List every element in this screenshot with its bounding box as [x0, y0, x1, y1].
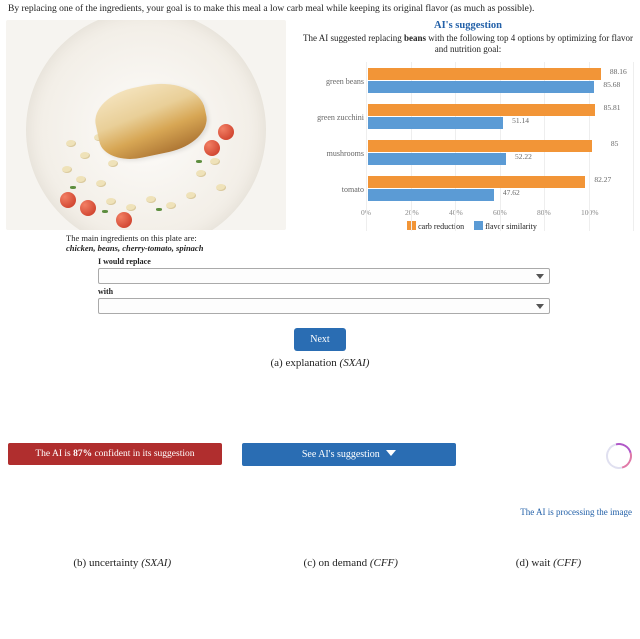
legend-swatch-flavor [474, 221, 483, 230]
bar-flavor: 47.62 [368, 189, 494, 201]
ai-column: AI's suggestion The AI suggested replaci… [296, 20, 634, 254]
ingredients-caption: The main ingredients on this plate are: … [6, 230, 288, 254]
chart-category-label: green beans [304, 77, 368, 86]
chart-row: tomato82.2747.62 [304, 172, 632, 208]
confidence-pill: The AI is 87% confident in its suggestio… [8, 443, 222, 465]
bar-value: 85.68 [603, 80, 620, 89]
replace-select[interactable] [98, 268, 550, 284]
chart-row: green beans88.1685.68 [304, 64, 632, 100]
chevron-down-icon [386, 450, 396, 456]
bar-carb: 85 [368, 140, 592, 152]
bar-value: 82.27 [594, 175, 611, 184]
ing-list: chicken, beans, cherry-tomato, spinach [66, 243, 203, 253]
bar-value: 52.22 [515, 152, 532, 161]
chart-category-label: mushrooms [304, 149, 368, 158]
bar-carb: 88.16 [368, 68, 601, 80]
legend-swatch-carb [407, 221, 416, 230]
replace-label: I would replace [98, 257, 550, 266]
processing-text: The AI is processing the image [476, 507, 632, 517]
caption-c: (c) on demand (CFF) [237, 557, 466, 569]
with-select[interactable] [98, 298, 550, 314]
panel-b: The AI is 87% confident in its suggestio… [8, 443, 222, 465]
replace-form: I would replace with [0, 257, 640, 314]
task-instruction: By replacing one of the ingredients, you… [0, 0, 640, 20]
bar-flavor: 51.14 [368, 117, 503, 129]
bar-flavor: 52.22 [368, 153, 506, 165]
caption-d: (d) wait (CFF) [465, 557, 632, 569]
spinner-icon [601, 438, 637, 474]
sub-captions: (b) uncertainty (SXAI) (c) on demand (CF… [0, 551, 640, 575]
bar-carb: 82.27 [368, 176, 585, 188]
bar-value: 85 [611, 139, 619, 148]
ai-description: The AI suggested replacing beans with th… [302, 33, 634, 56]
ing-intro: The main ingredients on this plate are: [66, 233, 197, 243]
bottom-panels: The AI is 87% confident in its suggestio… [0, 443, 640, 517]
bar-value: 47.62 [503, 188, 520, 197]
panel-c: See AI's suggestion [242, 443, 456, 466]
food-image [6, 20, 286, 230]
next-button[interactable]: Next [294, 328, 345, 351]
bar-value: 85.81 [604, 103, 621, 112]
ai-title: AI's suggestion [302, 20, 634, 31]
with-label: with [98, 287, 550, 296]
chart-row: green zucchini85.8151.14 [304, 100, 632, 136]
chart-row: mushrooms8552.22 [304, 136, 632, 172]
bar-flavor: 85.68 [368, 81, 594, 93]
suggestion-chart: green beans88.1685.68green zucchini85.81… [302, 62, 634, 231]
panel-a: The main ingredients on this plate are: … [0, 20, 640, 254]
caption-a: (a) explanation (SXAI) [0, 357, 640, 369]
food-column: The main ingredients on this plate are: … [6, 20, 296, 254]
chart-category-label: green zucchini [304, 113, 368, 122]
bar-value: 88.16 [610, 67, 627, 76]
panel-d: The AI is processing the image [476, 443, 632, 517]
bar-carb: 85.81 [368, 104, 595, 116]
chart-legend: carb reduction flavor similarity [304, 221, 632, 231]
see-suggestion-button[interactable]: See AI's suggestion [242, 443, 456, 466]
bar-value: 51.14 [512, 116, 529, 125]
caption-b: (b) uncertainty (SXAI) [8, 557, 237, 569]
chart-category-label: tomato [304, 185, 368, 194]
x-axis: 0% 20% 40% 60% 80% 100% [304, 208, 632, 217]
